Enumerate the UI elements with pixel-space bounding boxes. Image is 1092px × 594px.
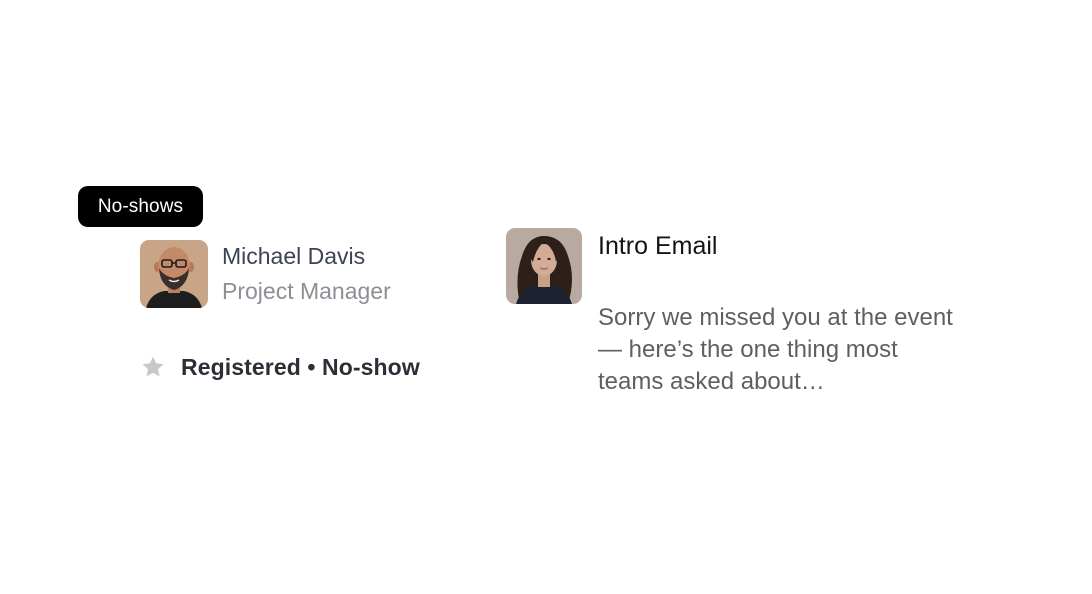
- contact-status-row: Registered • No-show: [140, 352, 420, 382]
- contact-name: Michael Davis: [222, 243, 366, 269]
- email-preview: Sorry we missed you at the event — here’…: [598, 304, 953, 395]
- contact-avatar: [140, 240, 208, 308]
- email-sender-avatar: [506, 228, 582, 304]
- contact-status: Registered • No-show: [181, 353, 420, 380]
- email-title: Intro Email: [598, 232, 718, 260]
- contact-role: Project Manager: [222, 278, 391, 304]
- no-shows-badge: No-shows: [78, 186, 203, 227]
- star-icon: [142, 356, 164, 377]
